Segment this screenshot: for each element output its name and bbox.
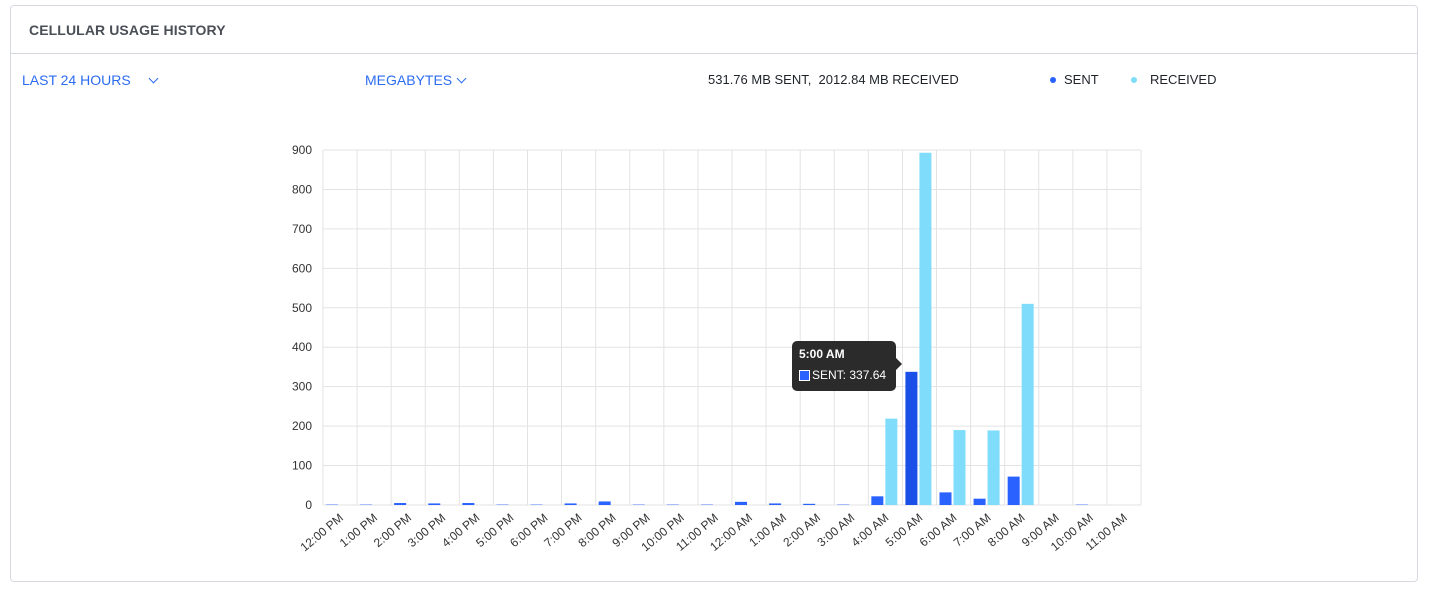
bar-sent bbox=[598, 501, 611, 505]
bar-received bbox=[953, 430, 966, 505]
bar-sent bbox=[769, 503, 782, 505]
x-tick-label: 3:00 AM bbox=[814, 511, 857, 550]
x-tick-label: 6:00 AM bbox=[917, 511, 960, 550]
x-tick-label: 12:00 PM bbox=[298, 511, 346, 555]
bar-received bbox=[987, 430, 1000, 505]
x-tick-label: 2:00 AM bbox=[780, 511, 823, 550]
bar-sent bbox=[394, 503, 407, 505]
bar-sent bbox=[871, 496, 884, 505]
x-tick-label: 5:00 PM bbox=[473, 511, 516, 550]
bar-sent bbox=[1007, 476, 1020, 505]
tooltip-text: SENT: 337.64 bbox=[812, 368, 887, 382]
x-tick-label: 7:00 AM bbox=[951, 511, 994, 550]
y-tick-label: 300 bbox=[292, 380, 312, 394]
y-tick-label: 900 bbox=[292, 143, 312, 157]
x-tick-label: 1:00 PM bbox=[337, 511, 380, 550]
bar-sent bbox=[462, 503, 475, 505]
x-tick-label: 4:00 AM bbox=[849, 511, 892, 550]
bar-sent bbox=[803, 503, 816, 505]
x-tick-label: 7:00 PM bbox=[541, 511, 584, 550]
bar-sent bbox=[735, 501, 747, 505]
y-tick-label: 600 bbox=[292, 261, 312, 275]
x-tick-label: 4:00 PM bbox=[439, 511, 482, 550]
y-tick-label: 0 bbox=[305, 498, 312, 512]
y-tick-label: 700 bbox=[292, 222, 312, 236]
x-tick-label: 8:00 PM bbox=[575, 511, 618, 550]
bar-received bbox=[1021, 303, 1034, 505]
x-tick-label: 8:00 AM bbox=[985, 511, 1028, 550]
bar-sent bbox=[428, 503, 441, 505]
x-tick-label: 1:00 AM bbox=[746, 511, 789, 550]
bar-received bbox=[885, 418, 898, 505]
x-tick-label: 3:00 PM bbox=[405, 511, 448, 550]
chart-tooltip: 5:00 AM SENT: 337.64 bbox=[792, 341, 902, 391]
y-tick-label: 100 bbox=[292, 459, 312, 473]
bar-received bbox=[919, 152, 932, 505]
x-tick-label: 2:00 PM bbox=[371, 511, 414, 550]
y-tick-label: 400 bbox=[292, 340, 312, 354]
bar-sent bbox=[939, 492, 952, 505]
tooltip-row: SENT: 337.64 bbox=[799, 368, 889, 382]
x-tick-label: 5:00 AM bbox=[883, 511, 926, 550]
usage-bar-chart: 010020030040050060070080090012:00 PM1:00… bbox=[292, 143, 1142, 555]
tooltip-title: 5:00 AM bbox=[799, 347, 845, 361]
y-tick-label: 200 bbox=[292, 419, 312, 433]
bar-sent bbox=[905, 371, 918, 505]
tooltip-swatch bbox=[799, 369, 810, 381]
bar-sent bbox=[973, 498, 986, 505]
y-tick-label: 800 bbox=[292, 182, 312, 196]
x-tick-label: 6:00 PM bbox=[507, 511, 550, 550]
bar-sent bbox=[564, 503, 577, 505]
y-tick-label: 500 bbox=[292, 301, 312, 315]
